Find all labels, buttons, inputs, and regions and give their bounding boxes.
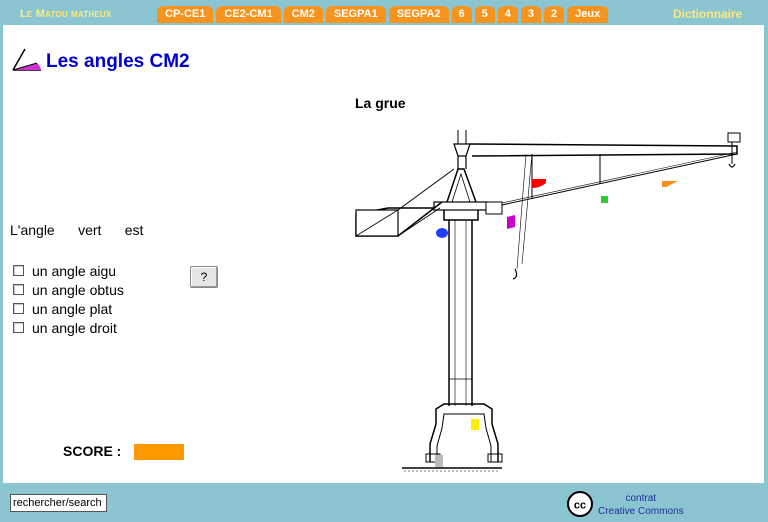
search-input[interactable] bbox=[10, 494, 107, 512]
tab-cp-ce1[interactable]: CP-CE1 bbox=[157, 6, 214, 23]
angle-icon bbox=[12, 48, 41, 71]
tab-2[interactable]: 2 bbox=[544, 6, 565, 23]
top-navigation: Le Matou matheux CP-CE1 CE2-CM1 CM2 SEGP… bbox=[0, 0, 768, 26]
tab-6[interactable]: 6 bbox=[451, 6, 472, 23]
question-word-2: est bbox=[124, 222, 144, 238]
tab-cm2[interactable]: CM2 bbox=[283, 6, 323, 23]
question-text: L'angle vert est bbox=[10, 222, 143, 238]
question-color-word: vert bbox=[78, 222, 102, 238]
option-plat[interactable]: un angle plat bbox=[13, 299, 124, 318]
cc-line-2: Creative Commons bbox=[598, 506, 684, 517]
main-panel: Les angles CM2 La grue L'angle vert est … bbox=[3, 25, 764, 483]
option-aigu-checkbox[interactable] bbox=[13, 265, 24, 276]
orange-angle-marker bbox=[662, 181, 678, 187]
score-bar bbox=[134, 444, 184, 460]
page-title: Les angles CM2 bbox=[46, 51, 190, 72]
tab-segpa1[interactable]: SEGPA1 bbox=[325, 6, 386, 23]
yellow-angle-marker bbox=[471, 419, 479, 430]
tab-segpa2[interactable]: SEGPA2 bbox=[388, 6, 449, 23]
score-label: SCORE : bbox=[63, 443, 122, 459]
option-droit-checkbox[interactable] bbox=[13, 322, 24, 333]
option-aigu-label: un angle aigu bbox=[32, 262, 117, 279]
magenta-angle-marker bbox=[507, 215, 515, 229]
option-obtus-label: un angle obtus bbox=[32, 281, 124, 298]
option-plat-label: un angle plat bbox=[32, 300, 113, 317]
green-angle-marker bbox=[601, 196, 608, 203]
red-angle-marker bbox=[532, 179, 546, 188]
cc-license-link[interactable]: contrat Creative Commons bbox=[598, 492, 684, 518]
option-obtus-checkbox[interactable] bbox=[13, 284, 24, 295]
crane-title: La grue bbox=[355, 95, 406, 111]
tab-5[interactable]: 5 bbox=[474, 6, 495, 23]
option-plat-checkbox[interactable] bbox=[13, 303, 24, 314]
option-obtus[interactable]: un angle obtus bbox=[13, 280, 124, 299]
tab-jeux[interactable]: Jeux bbox=[567, 6, 609, 23]
tab-ce2-cm1[interactable]: CE2-CM1 bbox=[216, 6, 281, 23]
question-word-1: L'angle bbox=[10, 222, 55, 238]
level-tabs: CP-CE1 CE2-CM1 CM2 SEGPA1 SEGPA2 6 5 4 3… bbox=[157, 6, 609, 23]
tab-4[interactable]: 4 bbox=[497, 6, 518, 23]
svg-text:cc: cc bbox=[574, 500, 586, 512]
cc-line-1: contrat bbox=[625, 493, 657, 504]
option-droit-label: un angle droit bbox=[32, 319, 117, 336]
site-brand[interactable]: Le Matou matheux bbox=[20, 8, 111, 20]
crane-illustration bbox=[355, 130, 741, 472]
blue-angle-marker bbox=[436, 228, 448, 238]
option-aigu[interactable]: un angle aigu bbox=[13, 261, 124, 280]
dictionary-link[interactable]: Dictionnaire bbox=[673, 7, 742, 21]
help-button[interactable]: ? bbox=[190, 266, 218, 288]
grey-angle-marker bbox=[435, 455, 443, 467]
creative-commons-icon[interactable]: cc bbox=[566, 490, 594, 518]
tab-3[interactable]: 3 bbox=[520, 6, 541, 23]
answer-options: un angle aigu un angle obtus un angle pl… bbox=[13, 261, 124, 337]
option-droit[interactable]: un angle droit bbox=[13, 318, 124, 337]
